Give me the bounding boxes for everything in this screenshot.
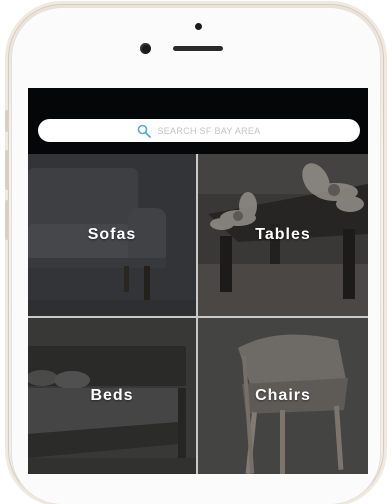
category-tile-sofas[interactable]: Sofas [28,154,196,316]
mute-switch [5,110,9,132]
category-tile-chairs[interactable]: Chairs [198,318,368,474]
grid-divider-horizontal [28,316,368,318]
proximity-sensor [195,23,202,30]
category-label-chairs: Chairs [255,387,311,404]
category-tile-tables[interactable]: Tables [198,154,368,316]
search-bar[interactable]: SEARCH SF BAY AREA [38,119,360,142]
grid-divider-vertical [196,154,198,474]
app-screen: SEARCH SF BAY AREA Sofas Tables Beds Cha… [28,88,368,474]
front-camera [140,43,151,54]
volume-up-button [5,150,9,190]
category-label-beds: Beds [90,387,134,404]
category-tile-beds[interactable]: Beds [28,318,196,474]
category-label-sofas: Sofas [87,226,137,243]
category-label-tables: Tables [255,226,311,243]
volume-down-button [5,200,9,240]
search-placeholder: SEARCH SF BAY AREA [157,125,261,136]
phone-frame: SEARCH SF BAY AREA Sofas Tables Beds Cha… [0,0,392,504]
earpiece-speaker [173,46,223,51]
search-icon [138,124,152,138]
top-bar: SEARCH SF BAY AREA [28,88,368,154]
